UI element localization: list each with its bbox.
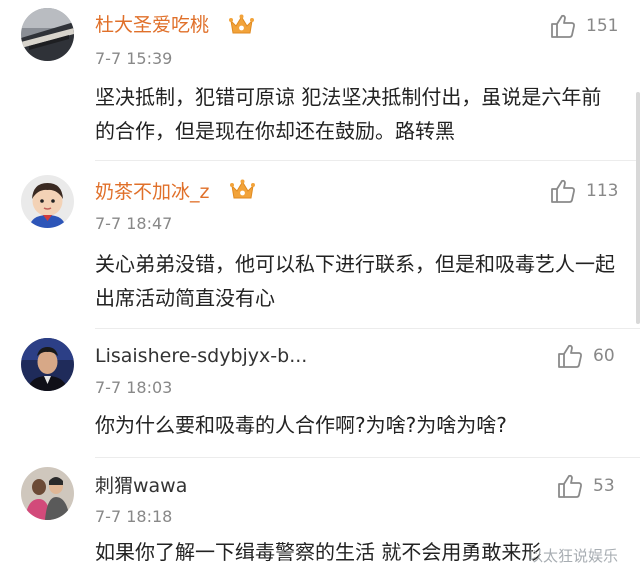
- timestamp: 7-7 15:39: [95, 49, 173, 68]
- avatar[interactable]: [21, 467, 74, 520]
- divider: [95, 160, 640, 161]
- scrollbar[interactable]: [636, 92, 640, 324]
- comment-text: 关心弟弟没错，他可以私下进行联系，但是和吸毒艺人一起出席活动简直没有心: [95, 252, 615, 310]
- username[interactable]: 刺猬wawa: [95, 474, 187, 498]
- avatar[interactable]: [21, 338, 74, 391]
- man-photo-avatar: [21, 338, 74, 391]
- timestamp: 7-7 18:03: [95, 378, 173, 397]
- avatar[interactable]: [21, 175, 74, 228]
- crown-icon: [230, 179, 255, 199]
- username[interactable]: Lisaishere-sdybjyx-b...: [95, 344, 307, 368]
- like-count: 151: [586, 16, 619, 36]
- timestamp: 7-7 18:47: [95, 214, 173, 233]
- group-photo-avatar: [21, 467, 74, 520]
- thumbs-up-icon: [551, 179, 575, 203]
- like-button[interactable]: 151: [549, 12, 629, 40]
- thumbs-up-icon: [558, 474, 582, 498]
- watermark: 以太狂说娱乐: [528, 547, 619, 565]
- username[interactable]: 奶茶不加冰_z: [95, 180, 209, 204]
- crown-icon: [229, 14, 254, 34]
- piano-photo-avatar: [21, 8, 74, 61]
- thumbs-up-icon: [551, 14, 575, 38]
- like-count: 60: [593, 346, 615, 366]
- like-count: 113: [586, 181, 619, 201]
- like-button[interactable]: 53: [556, 472, 636, 500]
- username[interactable]: 杜大圣爱吃桃: [95, 13, 209, 37]
- thumbs-up-icon: [558, 344, 582, 368]
- like-button[interactable]: 60: [556, 342, 636, 370]
- child-photo-avatar: [21, 175, 74, 228]
- like-button[interactable]: 113: [549, 177, 629, 205]
- comment-text: 你为什么要和吸毒的人合作啊?为啥?为啥为啥?: [95, 413, 507, 437]
- timestamp: 7-7 18:18: [95, 507, 173, 526]
- comment-text: 坚决抵制，犯错可原谅 犯法坚决抵制付出，虽说是六年前的合作，但是现在你却还在鼓励…: [95, 85, 602, 143]
- like-count: 53: [593, 476, 615, 496]
- divider: [95, 328, 640, 329]
- avatar[interactable]: [21, 8, 74, 61]
- divider: [95, 457, 640, 458]
